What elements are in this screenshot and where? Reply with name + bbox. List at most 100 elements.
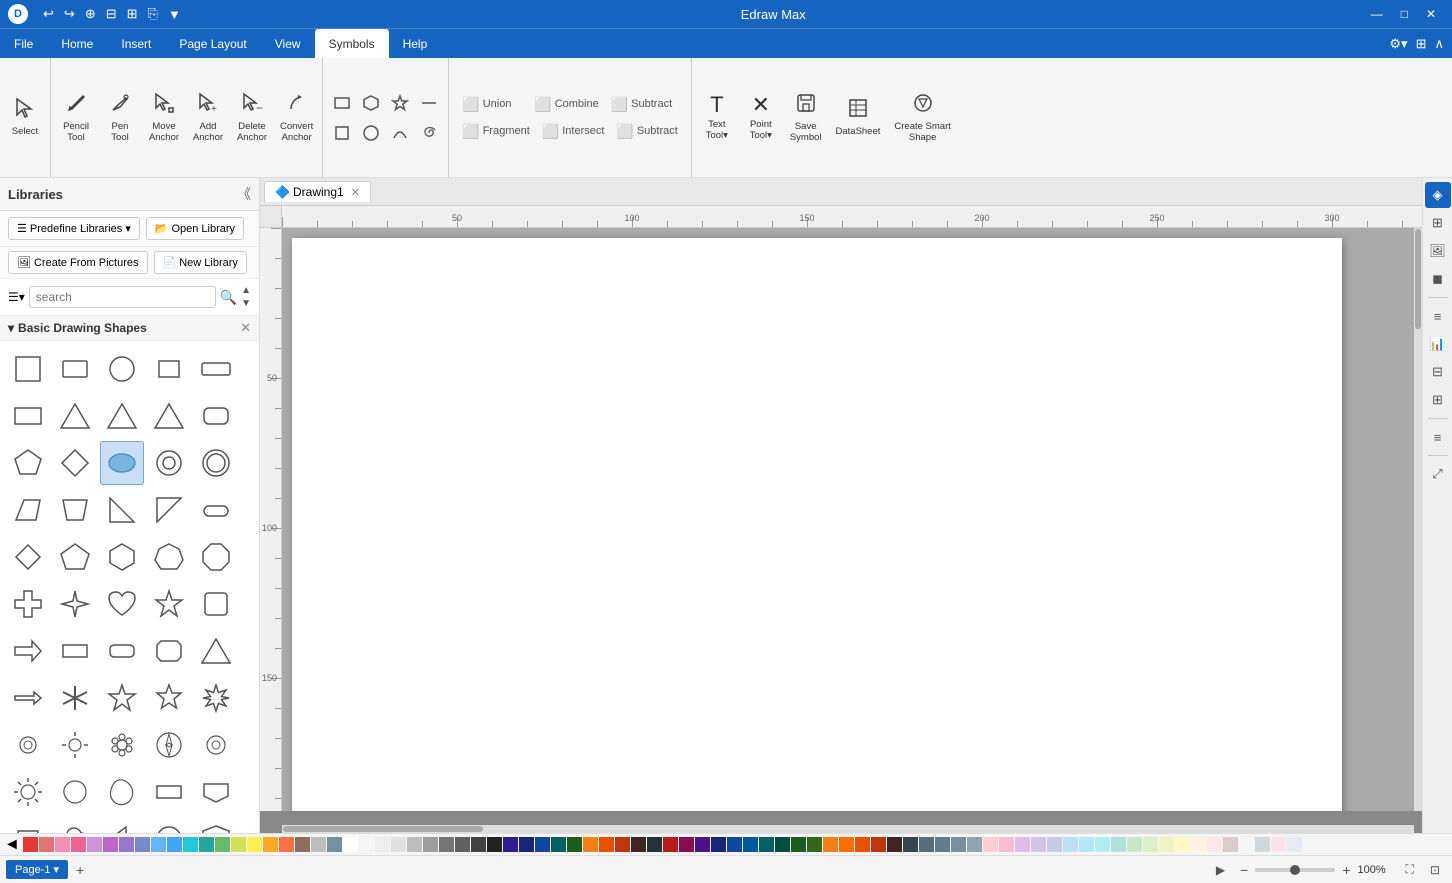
color-swatch[interactable] — [215, 837, 230, 852]
color-swatch[interactable] — [119, 837, 134, 852]
drawing-canvas[interactable] — [282, 228, 1414, 811]
shape-cell-star4[interactable] — [53, 582, 97, 626]
color-swatch[interactable] — [327, 837, 342, 852]
shape-cell-arrow-right3[interactable] — [100, 817, 144, 833]
shape-cell-triangle1[interactable] — [53, 394, 97, 438]
color-swatch[interactable] — [535, 837, 550, 852]
delete-anchor-button[interactable]: − DeleteAnchor — [231, 88, 273, 148]
save-symbol-button[interactable]: SaveSymbol — [784, 88, 828, 148]
menu-view[interactable]: View — [261, 29, 315, 58]
color-swatch[interactable] — [439, 837, 454, 852]
color-swatch[interactable] — [823, 837, 838, 852]
shape-cell-diamond2[interactable] — [6, 535, 50, 579]
color-swatch[interactable] — [167, 837, 182, 852]
shape-cell-pentagon[interactable] — [6, 441, 50, 485]
text-tool-button[interactable]: T TextTool▾ — [696, 90, 738, 146]
shape-cell-triangle3[interactable] — [147, 394, 191, 438]
color-swatch[interactable] — [567, 837, 582, 852]
datasheet-button[interactable]: DataSheet — [830, 93, 887, 141]
shape-cell-rounded-square[interactable] — [194, 582, 238, 626]
qa-open[interactable]: ⊟ — [103, 4, 120, 24]
sidebar-collapse-button[interactable]: 《 — [237, 184, 251, 204]
shape-circle[interactable] — [358, 120, 384, 146]
search-input[interactable] — [29, 286, 216, 308]
rs-layers[interactable]: ◼ — [1425, 266, 1451, 292]
shape-cell-flower[interactable] — [100, 723, 144, 767]
shape-cell-heart[interactable] — [100, 582, 144, 626]
shape-cell-star6[interactable] — [147, 676, 191, 720]
color-swatch[interactable] — [1175, 837, 1190, 852]
color-swatch[interactable] — [1047, 837, 1062, 852]
color-swatch[interactable] — [775, 837, 790, 852]
shape-cell-rounded-rect[interactable] — [53, 347, 97, 391]
color-swatch[interactable] — [39, 837, 54, 852]
rs-shape-library[interactable]: ⊞ — [1425, 210, 1451, 236]
drawing-tab[interactable]: 🔷 Drawing1 ✕ — [264, 181, 371, 202]
color-swatch[interactable] — [455, 837, 470, 852]
play-button[interactable]: ▶ — [1212, 861, 1229, 879]
color-swatch[interactable] — [983, 837, 998, 852]
menu-file[interactable]: File — [0, 29, 47, 58]
rs-chart[interactable]: 📊 — [1425, 331, 1451, 357]
shape-cell-rounded-rect3[interactable] — [100, 629, 144, 673]
color-swatch[interactable] — [1271, 837, 1286, 852]
tab-close-button[interactable]: ✕ — [351, 186, 360, 199]
shape-cell-cross[interactable] — [6, 582, 50, 626]
color-swatch[interactable] — [839, 837, 854, 852]
color-swatch[interactable] — [871, 837, 886, 852]
shape-cell-triangle2[interactable] — [100, 394, 144, 438]
shape-cell-diamond[interactable] — [53, 441, 97, 485]
shape-hexagon[interactable] — [358, 90, 384, 116]
fragment-button[interactable]: ⬜ Fragment — [457, 121, 535, 142]
color-swatch[interactable] — [727, 837, 742, 852]
convert-anchor-button[interactable]: ConvertAnchor — [275, 88, 318, 148]
color-swatch[interactable] — [855, 837, 870, 852]
shape-cell-hexagon2[interactable] — [100, 535, 144, 579]
shape-cell-star6b[interactable] — [194, 676, 238, 720]
qa-more[interactable]: ▼ — [165, 5, 184, 24]
color-swatch[interactable] — [247, 837, 262, 852]
zoom-out-button[interactable]: − — [1237, 860, 1251, 880]
color-swatch[interactable] — [743, 837, 758, 852]
shape-cell-shield[interactable] — [194, 817, 238, 833]
color-swatch[interactable] — [1287, 837, 1302, 852]
color-swatch[interactable] — [1255, 837, 1270, 852]
shape-star[interactable] — [387, 90, 413, 116]
color-swatch[interactable] — [599, 837, 614, 852]
shape-cell-rect4[interactable] — [147, 770, 191, 814]
rs-image[interactable]: 🖼 — [1425, 238, 1451, 264]
shape-cell-banner1[interactable] — [194, 770, 238, 814]
add-anchor-button[interactable]: + AddAnchor — [187, 88, 229, 148]
color-swatch[interactable] — [295, 837, 310, 852]
nav-up-arrow[interactable]: ▲ — [241, 284, 251, 297]
minimize-button[interactable]: — — [1363, 5, 1391, 23]
pencil-tool-button[interactable]: PencilTool — [55, 88, 97, 148]
shape-cell-rounded-rect2[interactable] — [194, 394, 238, 438]
color-swatch[interactable] — [135, 837, 150, 852]
new-library-button[interactable]: 📄 New Library — [154, 251, 247, 274]
shape-cell-octagon[interactable] — [194, 535, 238, 579]
horizontal-scrollbar[interactable] — [282, 825, 1414, 833]
color-swatch[interactable] — [631, 837, 646, 852]
color-swatch[interactable] — [87, 837, 102, 852]
menu-insert[interactable]: Insert — [107, 29, 165, 58]
rs-data[interactable]: ⊞ — [1425, 387, 1451, 413]
shape-cell-right-triangle[interactable] — [100, 488, 144, 532]
color-swatch[interactable] — [151, 837, 166, 852]
shape-cell-right-triangle2[interactable] — [147, 488, 191, 532]
subtract-button-1[interactable]: ⬜ Subtract — [606, 94, 677, 115]
create-smart-shape-button[interactable]: Create SmartShape — [888, 88, 957, 148]
create-from-pictures-button[interactable]: 🖼 Create From Pictures — [8, 251, 148, 274]
color-swatch[interactable] — [279, 837, 294, 852]
color-swatch[interactable] — [551, 837, 566, 852]
collapse-ribbon-icon[interactable]: ⊞ — [1416, 36, 1427, 52]
shape-cell-arrow-right2[interactable] — [6, 676, 50, 720]
shape-cell-rect-outline[interactable] — [147, 347, 191, 391]
color-swatch[interactable] — [1031, 837, 1046, 852]
color-swatch[interactable] — [1127, 837, 1142, 852]
color-swatch[interactable] — [903, 837, 918, 852]
shape-cell-rect5[interactable] — [6, 817, 50, 833]
shape-cell-blob2[interactable] — [100, 770, 144, 814]
color-swatch[interactable] — [1079, 837, 1094, 852]
zoom-thumb[interactable] — [1290, 865, 1300, 875]
